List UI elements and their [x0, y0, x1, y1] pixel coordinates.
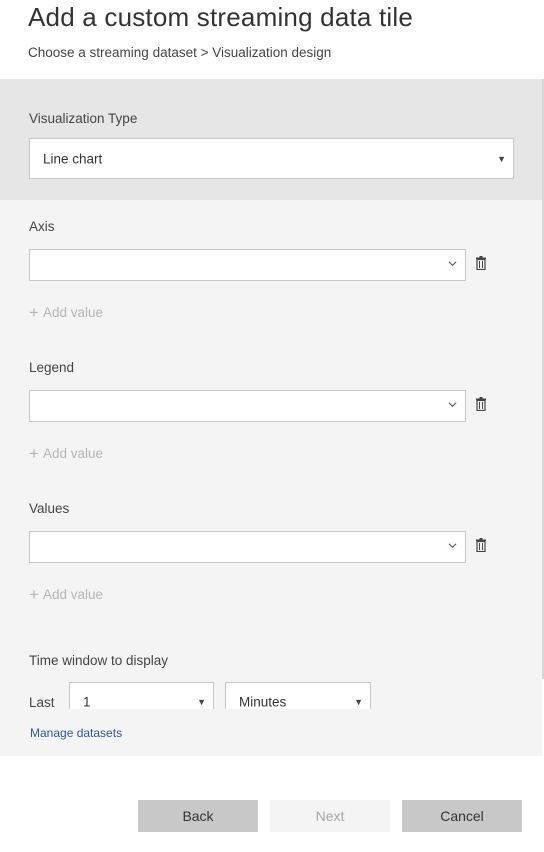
manage-datasets-link[interactable]: Manage datasets — [30, 726, 122, 740]
trash-icon[interactable] — [475, 256, 487, 270]
plus-icon: + — [29, 585, 39, 604]
breadcrumb: Choose a streaming dataset > Visualizati… — [28, 45, 332, 60]
values-select[interactable] — [29, 531, 466, 563]
legend-add-value-link[interactable]: + Add value — [29, 444, 103, 464]
next-button[interactable]: Next — [270, 800, 390, 832]
caret-down-icon: ▼ — [497, 153, 506, 164]
time-window-last-label: Last — [29, 695, 55, 710]
axis-label: Axis — [29, 219, 55, 234]
plus-icon: + — [29, 444, 39, 463]
caret-down-icon: ▼ — [354, 697, 363, 707]
values-add-value-link[interactable]: + Add value — [29, 585, 103, 605]
values-label: Values — [29, 501, 70, 516]
streaming-tile-dialog: Add a custom streaming data tile Choose … — [0, 0, 544, 852]
legend-select[interactable] — [29, 390, 466, 422]
chevron-down-icon — [448, 543, 457, 549]
back-button[interactable]: Back — [138, 800, 258, 832]
visualization-type-value: Line chart — [43, 151, 103, 166]
caret-down-icon: ▼ — [197, 697, 206, 707]
axis-select[interactable] — [29, 249, 466, 281]
page-title: Add a custom streaming data tile — [28, 2, 414, 32]
trash-icon[interactable] — [475, 538, 487, 552]
cancel-button[interactable]: Cancel — [402, 800, 522, 832]
chevron-down-icon — [448, 261, 457, 267]
visualization-type-select[interactable]: Line chart ▼ — [29, 138, 514, 179]
time-window-label: Time window to display — [29, 653, 169, 668]
time-window-amount-value: 1 — [83, 694, 91, 710]
time-window-unit-value: Minutes — [239, 694, 287, 710]
plus-icon: + — [29, 303, 39, 322]
trash-icon[interactable] — [475, 397, 487, 411]
legend-label: Legend — [29, 360, 75, 375]
chevron-down-icon — [448, 402, 457, 408]
visualization-type-label: Visualization Type — [29, 111, 138, 126]
axis-add-value-link[interactable]: + Add value — [29, 303, 103, 323]
